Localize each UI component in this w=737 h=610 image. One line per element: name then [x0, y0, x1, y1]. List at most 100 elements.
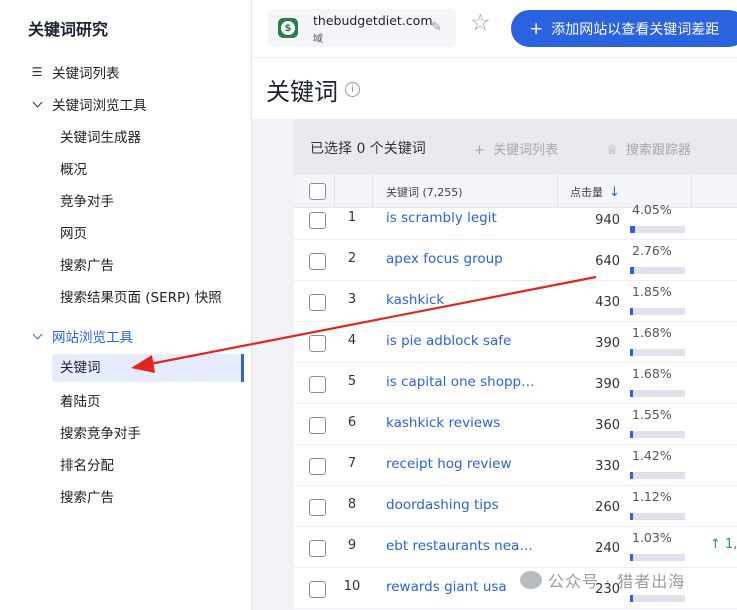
sidebar-item-overview[interactable]: 概况: [0, 154, 250, 182]
clicks-percent: 1.42%: [632, 448, 672, 463]
row-index: 4: [347, 333, 357, 348]
keywords-table: 已选择 0 个关键词 + 关键词列表 ♕ 搜索跟踪器 关键词 (7,255) 点…: [294, 119, 737, 610]
plus-icon: +: [529, 18, 544, 39]
crown-icon: ♕: [606, 143, 618, 158]
keyword-link[interactable]: is scrambly legit: [386, 210, 497, 226]
site-logo-icon: $: [278, 18, 298, 38]
table-row[interactable]: 3 kashkick 430 1.85%: [294, 281, 737, 322]
row-index: 1: [347, 210, 357, 225]
list-icon: ☰: [31, 65, 43, 79]
sidebar-item-label: 着陆页: [60, 394, 101, 410]
clicks-share-bar: [630, 267, 685, 274]
rank-tracker-button[interactable]: ♕ 搜索跟踪器: [606, 139, 691, 158]
row-checkbox[interactable]: [309, 376, 326, 393]
star-icon[interactable]: ☆: [470, 12, 491, 35]
keyword-link[interactable]: ebt restaurants near me: [386, 538, 536, 554]
clicks-value: 390: [595, 377, 620, 392]
row-checkbox[interactable]: [309, 458, 326, 475]
row-checkbox[interactable]: [309, 212, 326, 229]
row-checkbox[interactable]: [309, 499, 326, 516]
add-site-button[interactable]: + 添加网站以查看关键词差距: [511, 10, 737, 47]
clicks-value: 330: [595, 459, 620, 474]
sidebar-active-indicator: [241, 354, 244, 382]
row-index: 6: [347, 415, 357, 430]
clicks-value: 390: [595, 336, 620, 351]
add-to-keyword-list-button[interactable]: + 关键词列表: [474, 139, 558, 158]
clicks-value: 940: [595, 213, 620, 228]
column-header-clicks[interactable]: 点击量 ↓: [570, 184, 620, 200]
keyword-link[interactable]: doordashing tips: [386, 497, 499, 513]
clicks-percent: 1.12%: [632, 489, 672, 504]
sidebar-item-search-ads[interactable]: 搜索广告: [0, 250, 250, 278]
sidebar-item-keyword-list[interactable]: ☰ 关键词列表: [0, 58, 250, 86]
table-row[interactable]: 5 is capital one shoppin… 390 1.68%: [294, 363, 737, 404]
clicks-share-bar: [630, 226, 685, 233]
sidebar-item-search-competitors[interactable]: 搜索竞争对手: [0, 418, 250, 446]
sidebar-item-label: 竞争对手: [60, 194, 114, 210]
keyword-link[interactable]: is pie adblock safe: [386, 333, 511, 349]
table-row[interactable]: 7 receipt hog review 330 1.42%: [294, 445, 737, 486]
clicks-share-bar-fill: [630, 308, 633, 315]
app-root: 关键词研究 ☰ 关键词列表 关键词浏览工具 关键词生成器 概况 竞争对手 网页 …: [0, 0, 737, 610]
table-row[interactable]: 2 apex focus group 640 2.76%: [294, 240, 737, 281]
clicks-share-bar: [630, 349, 685, 356]
clicks-share-bar: [630, 390, 685, 397]
table-row[interactable]: 8 doordashing tips 260 1.12%: [294, 486, 737, 527]
clicks-share-bar-fill: [630, 349, 633, 356]
clicks-value: 260: [595, 500, 620, 515]
keyword-link[interactable]: receipt hog review: [386, 456, 512, 472]
table-row[interactable]: 1 is scrambly legit 940 4.05%: [294, 199, 737, 240]
clicks-share-bar: [630, 308, 685, 315]
keyword-link[interactable]: rewards giant usa: [386, 579, 507, 595]
sidebar-item-label: 网页: [60, 226, 87, 242]
sidebar-item-landing-pages[interactable]: 着陆页: [0, 386, 250, 414]
sidebar-item-site-search-ads[interactable]: 搜索广告: [0, 482, 250, 510]
row-index: 2: [347, 251, 357, 266]
sidebar-group-keyword-explorer[interactable]: 关键词浏览工具: [0, 90, 250, 118]
sidebar-item-serp-snapshot[interactable]: 搜索结果页面 (SERP) 快照: [0, 282, 250, 310]
clicks-share-bar: [630, 472, 685, 479]
table-row[interactable]: 4 is pie adblock safe 390 1.68%: [294, 322, 737, 363]
rank-tracker-label: 搜索跟踪器: [625, 143, 691, 158]
keyword-link[interactable]: is capital one shoppin…: [386, 374, 536, 390]
sidebar-item-competitors[interactable]: 竞争对手: [0, 186, 250, 214]
domain-selector[interactable]: $ thebudgetdiet.com 域 ✎: [268, 9, 456, 47]
row-checkbox[interactable]: [309, 253, 326, 270]
clicks-percent: 1.03%: [632, 530, 672, 545]
clicks-value: 640: [595, 254, 620, 269]
table-row[interactable]: 6 kashkick reviews 360 1.55%: [294, 404, 737, 445]
row-index: 3: [347, 292, 357, 307]
row-index: 7: [347, 456, 357, 471]
table-row[interactable]: 9 ebt restaurants near me 240 1.03% ↑ 1,: [294, 527, 737, 568]
clicks-share-bar: [630, 554, 685, 561]
sidebar-item-pages[interactable]: 网页: [0, 218, 250, 246]
sidebar-item-label: 关键词生成器: [60, 130, 141, 146]
row-checkbox[interactable]: [309, 417, 326, 434]
sidebar-item-rank-distribution[interactable]: 排名分配: [0, 450, 250, 478]
row-checkbox[interactable]: [309, 581, 326, 598]
sidebar-title: 关键词研究: [28, 20, 109, 39]
keyword-link[interactable]: kashkick: [386, 292, 444, 308]
info-icon[interactable]: i: [345, 82, 360, 97]
sidebar-item-keywords[interactable]: 关键词: [60, 354, 101, 382]
select-all-checkbox[interactable]: [309, 183, 326, 200]
selection-count: 已选择 0 个关键词: [310, 141, 426, 157]
row-checkbox[interactable]: [309, 335, 326, 352]
table-action-bar: 已选择 0 个关键词 + 关键词列表 ♕ 搜索跟踪器: [294, 119, 737, 175]
trend-value: 1,: [725, 537, 737, 552]
pencil-icon[interactable]: ✎: [431, 20, 442, 35]
wechat-icon: [520, 571, 542, 589]
column-header-keyword[interactable]: 关键词 (7,255): [386, 184, 463, 200]
row-checkbox[interactable]: [309, 294, 326, 311]
clicks-percent: 1.85%: [632, 284, 672, 299]
sidebar-item-label: 搜索结果页面 (SERP) 快照: [60, 290, 222, 306]
keyword-link[interactable]: apex focus group: [386, 251, 503, 267]
sort-desc-icon: ↓: [609, 185, 620, 200]
row-checkbox[interactable]: [309, 540, 326, 557]
sidebar-item-label: 概况: [60, 162, 87, 178]
clicks-share-bar-fill: [630, 513, 633, 520]
keyword-link[interactable]: kashkick reviews: [386, 415, 500, 431]
chevron-down-icon: [29, 96, 45, 112]
sidebar-item-keyword-generator[interactable]: 关键词生成器: [0, 122, 250, 150]
sidebar-group-site-explorer[interactable]: 网站浏览工具: [0, 322, 250, 350]
